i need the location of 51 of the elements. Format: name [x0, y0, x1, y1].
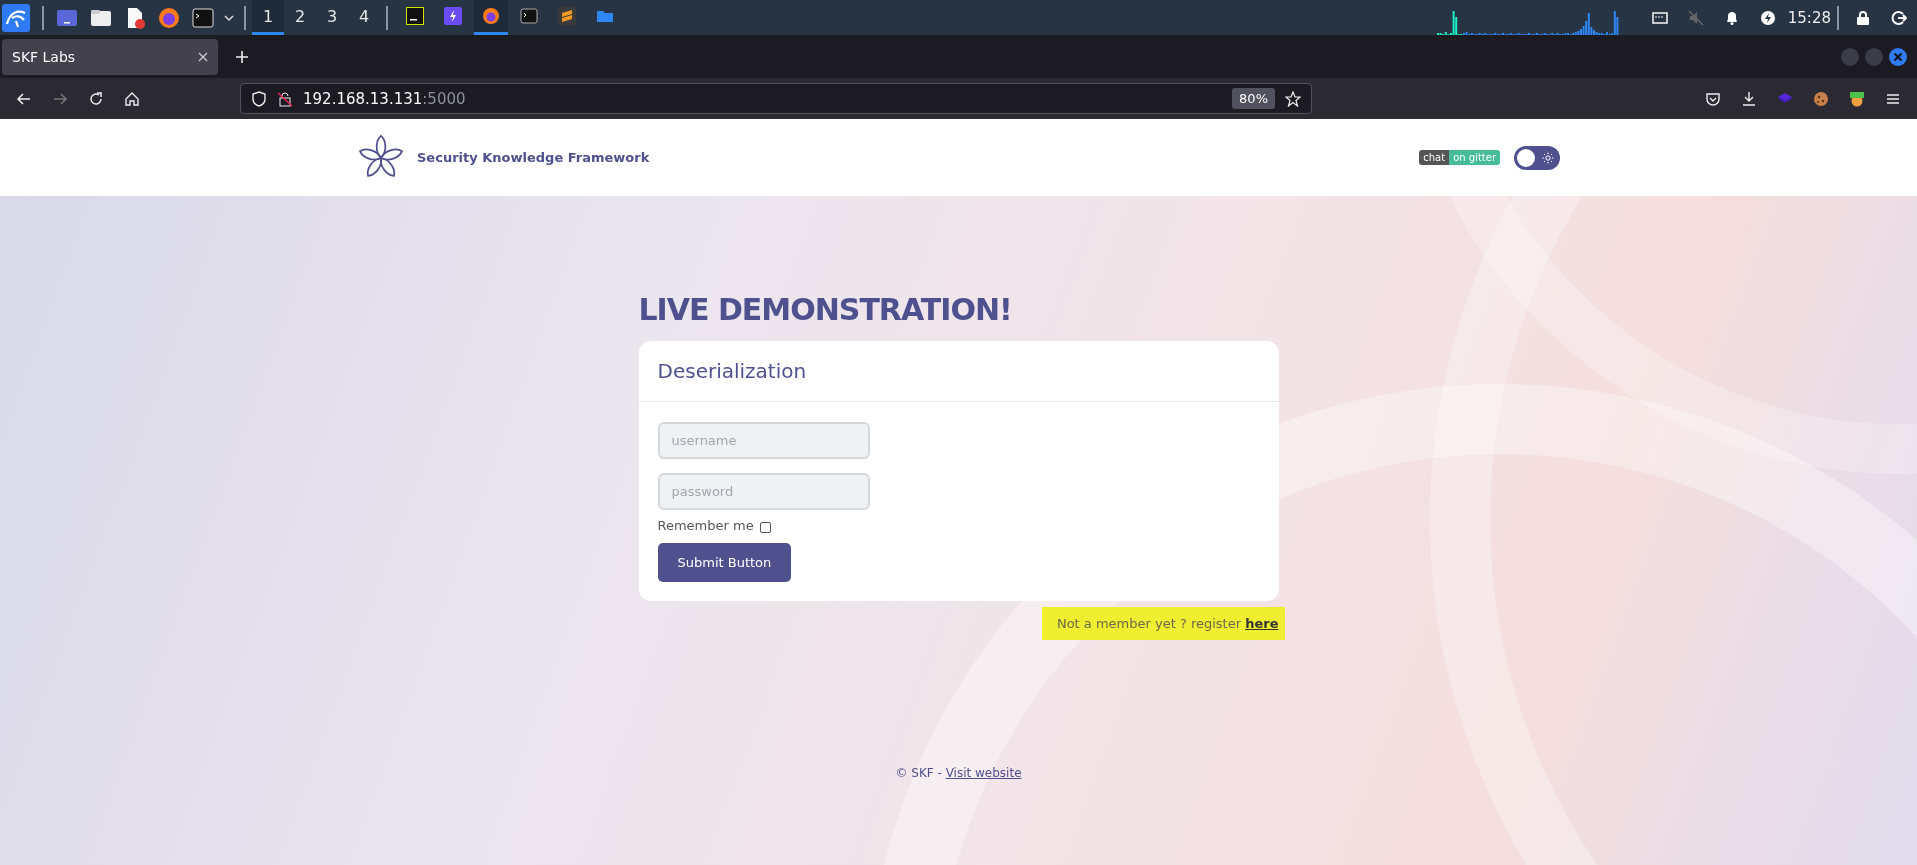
shield-icon[interactable] — [251, 90, 267, 107]
extension-icon[interactable] — [1849, 90, 1865, 107]
url-text: 192.168.13.131:5000 — [303, 89, 467, 108]
tab-title: SKF Labs — [12, 48, 76, 65]
power-icon[interactable] — [1759, 9, 1776, 26]
username-field[interactable]: username — [657, 422, 870, 459]
caret-icon[interactable] — [224, 12, 234, 23]
theme-toggle[interactable] — [1514, 145, 1560, 170]
clock[interactable]: 15:28 — [1787, 8, 1831, 27]
back-icon[interactable] — [16, 90, 32, 107]
workspace-button[interactable]: 3 — [316, 0, 348, 35]
card-title: Deserialization — [657, 359, 807, 383]
pocket-icon[interactable] — [1705, 90, 1721, 107]
bolt-icon — [444, 7, 462, 25]
home-icon[interactable] — [124, 90, 140, 107]
terminal-icon[interactable] — [192, 6, 214, 29]
insecure-lock-icon[interactable] — [277, 90, 293, 107]
address-bar[interactable]: 192.168.13.131:5000 80% — [240, 83, 1312, 114]
text-editor-icon — [558, 7, 576, 25]
reload-icon[interactable] — [88, 90, 104, 107]
submit-button[interactable]: Submit Button — [657, 543, 792, 582]
password-field[interactable]: password — [657, 473, 870, 510]
browser-task[interactable] — [474, 0, 508, 35]
website-link[interactable]: Visit website — [945, 766, 1022, 780]
browser-icon[interactable] — [158, 6, 180, 29]
workspace-button[interactable]: 1 — [252, 0, 284, 35]
terminal-icon — [520, 7, 538, 25]
sun-icon — [1542, 151, 1554, 164]
network-icon[interactable] — [1651, 9, 1668, 26]
new-tab-icon[interactable] — [236, 50, 248, 63]
browser-tab[interactable]: SKF Labs — [2, 38, 218, 75]
browser-icon — [482, 7, 500, 25]
page-heading: LIVE DEMONSTRATION! — [638, 292, 1013, 327]
lock-icon[interactable] — [1855, 9, 1871, 26]
copyright-text: © SKF - — [895, 766, 943, 780]
register-text: Not a member yet ? register — [1056, 616, 1243, 631]
zoom-badge[interactable]: 80% — [1232, 88, 1275, 109]
close-icon[interactable] — [1889, 47, 1907, 66]
register-link[interactable]: here — [1245, 616, 1279, 631]
remember-checkbox[interactable] — [759, 522, 771, 533]
workspace-button[interactable]: 4 — [348, 0, 380, 35]
close-icon[interactable] — [198, 51, 208, 62]
code-editor-icon — [406, 7, 424, 25]
download-icon[interactable] — [1741, 90, 1757, 107]
checkbox-label: Remember me — [657, 518, 754, 533]
workspace-button[interactable]: 2 — [284, 0, 316, 35]
cookie-icon[interactable] — [1813, 90, 1829, 107]
star-icon[interactable] — [1285, 90, 1301, 107]
logout-icon[interactable] — [1891, 9, 1907, 26]
forward-icon[interactable] — [52, 90, 68, 107]
site-title[interactable]: Security Knowledge Framework — [417, 150, 650, 165]
